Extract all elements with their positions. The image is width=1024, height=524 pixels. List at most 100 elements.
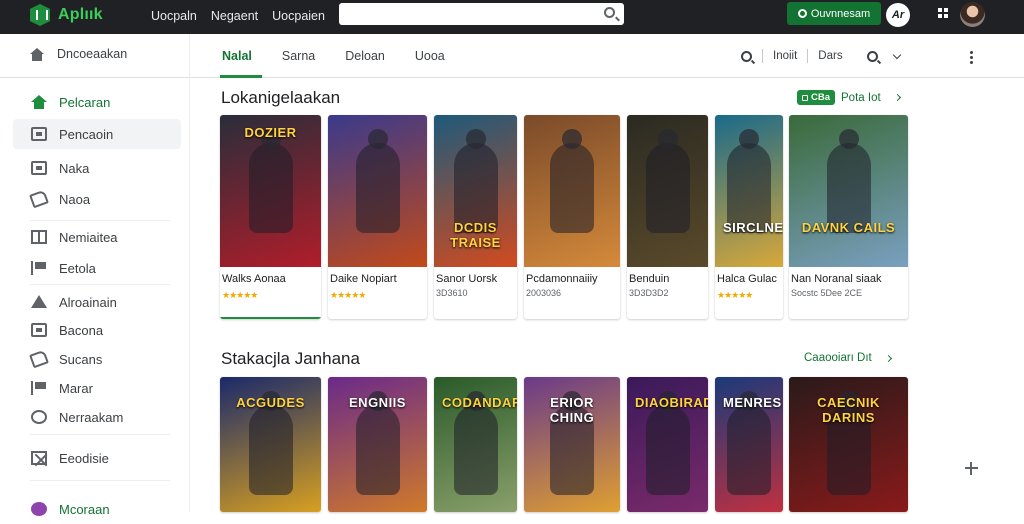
- breadcrumb[interactable]: Dncoeaakan: [30, 47, 127, 61]
- add-icon[interactable]: [965, 462, 978, 475]
- box-icon: [31, 161, 47, 175]
- game-card[interactable]: Daike Nopiart ★★★★★: [328, 115, 427, 319]
- game-card[interactable]: ACGUDES: [220, 377, 321, 512]
- cover-title-text: ENGNIIS: [349, 395, 406, 410]
- sidebar-item-1[interactable]: Pelcaran: [13, 87, 181, 117]
- toolbar-item-2[interactable]: Dars: [818, 50, 842, 62]
- account-button[interactable]: Ar: [886, 3, 910, 27]
- tab-3[interactable]: Deloan: [345, 34, 385, 78]
- more-options-icon[interactable]: [970, 51, 973, 64]
- chevron-right-icon: [884, 354, 892, 362]
- cover-title-text: MENRES: [723, 395, 782, 410]
- cover-figure: [248, 129, 293, 233]
- primary-cta-button[interactable]: Ouvnnesam: [787, 2, 881, 25]
- cover-figure: [355, 391, 400, 495]
- top-bar: Aplıık Uocpaln Negaent Uocpaien Ouvnnesa…: [0, 0, 1024, 34]
- see-all-label: Caaooiarı Dıt: [804, 352, 872, 364]
- breadcrumb-label: Dncoeaakan: [57, 47, 128, 61]
- avatar[interactable]: [960, 2, 985, 27]
- sidebar-item-4[interactable]: Naoa: [13, 184, 181, 214]
- sidebar-item-3[interactable]: Naka: [13, 153, 181, 183]
- game-card[interactable]: DAVNK CAILS Nan Noranal siaak Socstc 5Dee …: [789, 115, 908, 319]
- divider: [762, 49, 763, 63]
- search-input[interactable]: [339, 3, 624, 25]
- sidebar-item-label: Eeodisie: [59, 450, 109, 466]
- home-icon: [31, 95, 47, 109]
- sidebar-item-10[interactable]: Marar: [13, 373, 181, 403]
- flag-icon: [31, 261, 47, 275]
- search-icon[interactable]: [741, 50, 752, 62]
- tab-4[interactable]: Uooa: [415, 34, 445, 78]
- sidebar-item-12[interactable]: Eeodisie: [13, 443, 181, 473]
- game-card[interactable]: Benduin 3D3D3D2: [627, 115, 708, 319]
- cover-figure: [550, 129, 594, 233]
- game-title: Pcdamonnaiiiy: [526, 273, 598, 285]
- game-card[interactable]: SIRCLNEAD Halca Gulac ★★★★★: [715, 115, 783, 319]
- tag-icon: [29, 349, 49, 369]
- app-name: Aplıık: [58, 6, 103, 23]
- cover-title-text: DCDIS TRAISE: [450, 220, 501, 250]
- top-nav-item-3[interactable]: Uocpaien: [272, 9, 325, 23]
- sidebar-item-label: Alroainain: [59, 294, 117, 310]
- game-cover-art: ENGNIIS: [328, 377, 427, 512]
- game-cover-art: CODANDARS: [434, 377, 517, 512]
- chevron-down-icon[interactable]: [892, 50, 901, 59]
- game-card[interactable]: ENGNIIS: [328, 377, 427, 512]
- sidebar-item-label: Pelcaran: [59, 94, 111, 110]
- game-card[interactable]: CAECNIK DARINS: [789, 377, 908, 512]
- tab-2[interactable]: Sarna: [282, 34, 315, 78]
- section-title: Stakacjla Janhana: [221, 349, 360, 368]
- cover-title-text: CODANDARS: [442, 395, 517, 410]
- game-cover-art: DCDIS TRAISE: [434, 115, 517, 267]
- flag-icon: [31, 381, 47, 395]
- count-badge: CBa: [797, 90, 836, 105]
- sidebar-item-label: Sucans: [59, 351, 103, 367]
- sidebar-item-9[interactable]: Sucans: [13, 344, 181, 374]
- section-see-all-link[interactable]: Caaooiarı Dıt: [804, 352, 892, 364]
- sidebar-item-6[interactable]: Eetola: [13, 253, 181, 283]
- app-logo[interactable]: Aplıık: [30, 4, 103, 26]
- top-nav-item-2[interactable]: Negaent: [211, 9, 258, 23]
- sidebar-divider: [30, 284, 170, 285]
- sidebar-divider: [30, 480, 170, 481]
- cover-figure: [645, 129, 690, 233]
- apps-grid-icon[interactable]: [938, 8, 948, 18]
- tab-1[interactable]: Nalal: [220, 34, 262, 78]
- sidebar-divider: [30, 434, 170, 435]
- box-icon: [31, 127, 47, 141]
- sidebar-item-13[interactable]: Mcoraan: [13, 494, 181, 524]
- sidebar-item-2[interactable]: Pencaoin: [13, 119, 181, 149]
- sidebar-item-11[interactable]: Nerraakam: [13, 402, 181, 432]
- section-see-all-link[interactable]: CBa Pota Iot: [797, 90, 901, 105]
- search-icon[interactable]: [604, 7, 615, 18]
- game-cover-art: [524, 115, 620, 267]
- sidebar-item-8[interactable]: Bacona: [13, 315, 181, 345]
- sidebar-item-5[interactable]: Nemiaitea: [13, 222, 181, 252]
- sidebar-item-7[interactable]: Alroainain: [13, 287, 181, 317]
- sidebar-divider: [30, 220, 170, 221]
- game-title: Halca Gulac: [717, 273, 777, 285]
- search-icon[interactable]: [866, 50, 878, 62]
- selected-indicator: [220, 317, 321, 319]
- game-card[interactable]: DOZIER Walks Aonaa ★★★★★: [220, 115, 321, 319]
- cover-title-text: ERIOR CHING: [549, 395, 595, 425]
- chevron-right-icon: [893, 93, 901, 102]
- cover-title-text: DIAOBIRADE: [635, 395, 708, 410]
- box-icon: [31, 323, 47, 337]
- cover-title-text: DAVNK CAILS: [801, 220, 896, 235]
- game-card[interactable]: DIAOBIRADE: [627, 377, 708, 512]
- toolbar-item-1[interactable]: Inoiit: [773, 50, 797, 62]
- top-nav-item-1[interactable]: Uocpaln: [151, 9, 197, 23]
- game-cover-art: DIAOBIRADE: [627, 377, 708, 512]
- game-card[interactable]: DCDIS TRAISE Sanor Uorsk 3D3610: [434, 115, 517, 319]
- sidebar-item-label: Eetola: [59, 260, 96, 276]
- game-card[interactable]: CODANDARS: [434, 377, 517, 512]
- game-card[interactable]: Pcdamonnaiiiy 2003036: [524, 115, 620, 319]
- game-card[interactable]: ERIOR CHING: [524, 377, 620, 512]
- game-title: Walks Aonaa: [222, 273, 286, 285]
- rating-stars: ★★★★★: [717, 290, 753, 300]
- sidebar-item-label: Nerraakam: [59, 409, 124, 425]
- sidebar-item-label: Bacona: [59, 322, 104, 338]
- game-card[interactable]: MENRES: [715, 377, 783, 512]
- game-title: Sanor Uorsk: [436, 273, 498, 285]
